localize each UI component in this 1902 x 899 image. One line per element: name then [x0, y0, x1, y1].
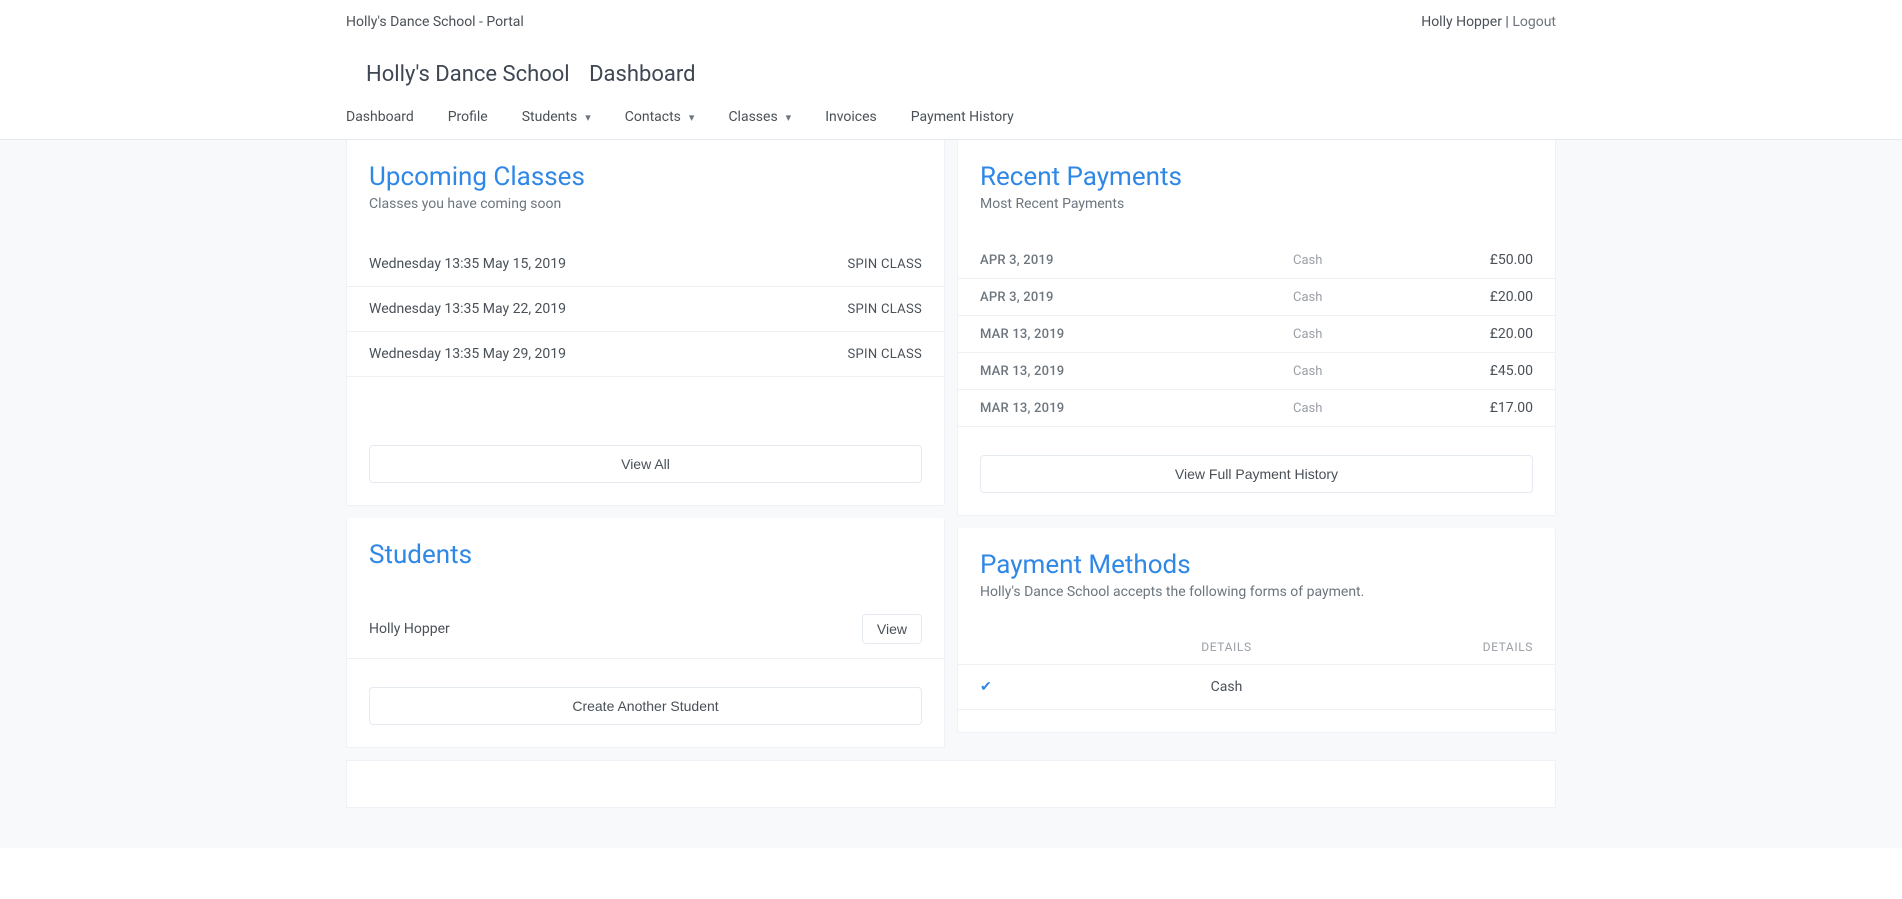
class-name: SPIN CLASS	[848, 347, 922, 362]
payment-amount: £20.00	[1413, 289, 1533, 305]
payment-method: Cash	[1293, 290, 1413, 305]
payment-date: APR 3, 2019	[980, 253, 1293, 268]
payment-amount: £45.00	[1413, 363, 1533, 379]
separator: |	[1502, 14, 1512, 30]
view-full-payment-history-button[interactable]: View Full Payment History	[980, 455, 1533, 493]
payment-amount: £17.00	[1413, 400, 1533, 416]
payment-row[interactable]: MAR 13, 2019 Cash £20.00	[958, 316, 1555, 353]
class-datetime: Wednesday 13:35 May 15, 2019	[369, 256, 566, 272]
chevron-down-icon: ▾	[786, 111, 792, 124]
upcoming-subtitle: Classes you have coming soon	[347, 196, 944, 242]
view-all-classes-button[interactable]: View All	[369, 445, 922, 483]
nav-invoices[interactable]: Invoices	[825, 109, 877, 125]
payment-method: Cash	[1293, 327, 1413, 342]
main-nav: Dashboard Profile Students ▾ Contacts ▾ …	[346, 87, 1556, 139]
student-name: Holly Hopper	[369, 621, 450, 637]
school-name: Holly's Dance School	[366, 62, 570, 87]
upcoming-classes-card: Upcoming Classes Classes you have coming…	[346, 140, 945, 506]
payment-date: APR 3, 2019	[980, 290, 1293, 305]
payment-row[interactable]: APR 3, 2019 Cash £20.00	[958, 279, 1555, 316]
payments-title: Recent Payments	[958, 162, 1555, 196]
check-icon: ✔	[980, 679, 1040, 695]
payment-methods-card: Payment Methods Holly's Dance School acc…	[957, 528, 1556, 733]
payment-row[interactable]: MAR 13, 2019 Cash £45.00	[958, 353, 1555, 390]
payment-method: Cash	[1293, 401, 1413, 416]
nav-contacts-label: Contacts	[625, 109, 681, 125]
class-name: SPIN CLASS	[848, 302, 922, 317]
payment-row[interactable]: MAR 13, 2019 Cash £17.00	[958, 390, 1555, 427]
nav-payment-history[interactable]: Payment History	[911, 109, 1014, 125]
nav-dashboard[interactable]: Dashboard	[346, 109, 414, 125]
class-name: SPIN CLASS	[848, 257, 922, 272]
create-student-button[interactable]: Create Another Student	[369, 687, 922, 725]
payment-method-name: Cash	[1040, 679, 1413, 695]
nav-classes-label: Classes	[728, 109, 777, 125]
pm-col-details: DETAILS	[1040, 640, 1413, 654]
payment-methods-subtitle: Holly's Dance School accepts the followi…	[958, 584, 1555, 630]
payment-date: MAR 13, 2019	[980, 364, 1293, 379]
students-title: Students	[347, 540, 944, 574]
upcoming-title: Upcoming Classes	[347, 162, 944, 196]
upcoming-row[interactable]: Wednesday 13:35 May 29, 2019 SPIN CLASS	[347, 332, 944, 377]
lower-card	[346, 760, 1556, 808]
students-card: Students Holly Hopper View Create Anothe…	[346, 518, 945, 748]
upcoming-row[interactable]: Wednesday 13:35 May 15, 2019 SPIN CLASS	[347, 242, 944, 287]
payment-date: MAR 13, 2019	[980, 327, 1293, 342]
class-datetime: Wednesday 13:35 May 22, 2019	[369, 301, 566, 317]
nav-contacts[interactable]: Contacts ▾	[625, 109, 695, 125]
portal-brand[interactable]: Holly's Dance School - Portal	[346, 14, 524, 30]
payment-method-row: ✔ Cash	[958, 665, 1555, 710]
payment-method: Cash	[1293, 253, 1413, 268]
payment-methods-header: DETAILS DETAILS	[958, 630, 1555, 665]
nav-profile[interactable]: Profile	[448, 109, 488, 125]
payment-methods-title: Payment Methods	[958, 550, 1555, 584]
user-area: Holly Hopper | Logout	[1421, 14, 1556, 30]
section-name: Dashboard	[589, 62, 695, 87]
view-student-button[interactable]: View	[862, 614, 922, 644]
payment-row[interactable]: APR 3, 2019 Cash £50.00	[958, 242, 1555, 279]
payment-date: MAR 13, 2019	[980, 401, 1293, 416]
nav-students[interactable]: Students ▾	[522, 109, 591, 125]
logout-link[interactable]: Logout	[1512, 14, 1556, 30]
recent-payments-card: Recent Payments Most Recent Payments APR…	[957, 140, 1556, 516]
pm-col-details: DETAILS	[1413, 640, 1533, 654]
payments-subtitle: Most Recent Payments	[958, 196, 1555, 242]
class-datetime: Wednesday 13:35 May 29, 2019	[369, 346, 566, 362]
payment-amount: £20.00	[1413, 326, 1533, 342]
payment-amount: £50.00	[1413, 252, 1533, 268]
payment-method: Cash	[1293, 364, 1413, 379]
page-title: Holly's Dance School Dashboard	[366, 62, 696, 87]
user-name: Holly Hopper	[1421, 14, 1502, 30]
chevron-down-icon: ▾	[585, 111, 591, 124]
nav-students-label: Students	[522, 109, 577, 125]
upcoming-row[interactable]: Wednesday 13:35 May 22, 2019 SPIN CLASS	[347, 287, 944, 332]
chevron-down-icon: ▾	[689, 111, 695, 124]
nav-classes[interactable]: Classes ▾	[728, 109, 791, 125]
student-row: Holly Hopper View	[347, 600, 944, 659]
